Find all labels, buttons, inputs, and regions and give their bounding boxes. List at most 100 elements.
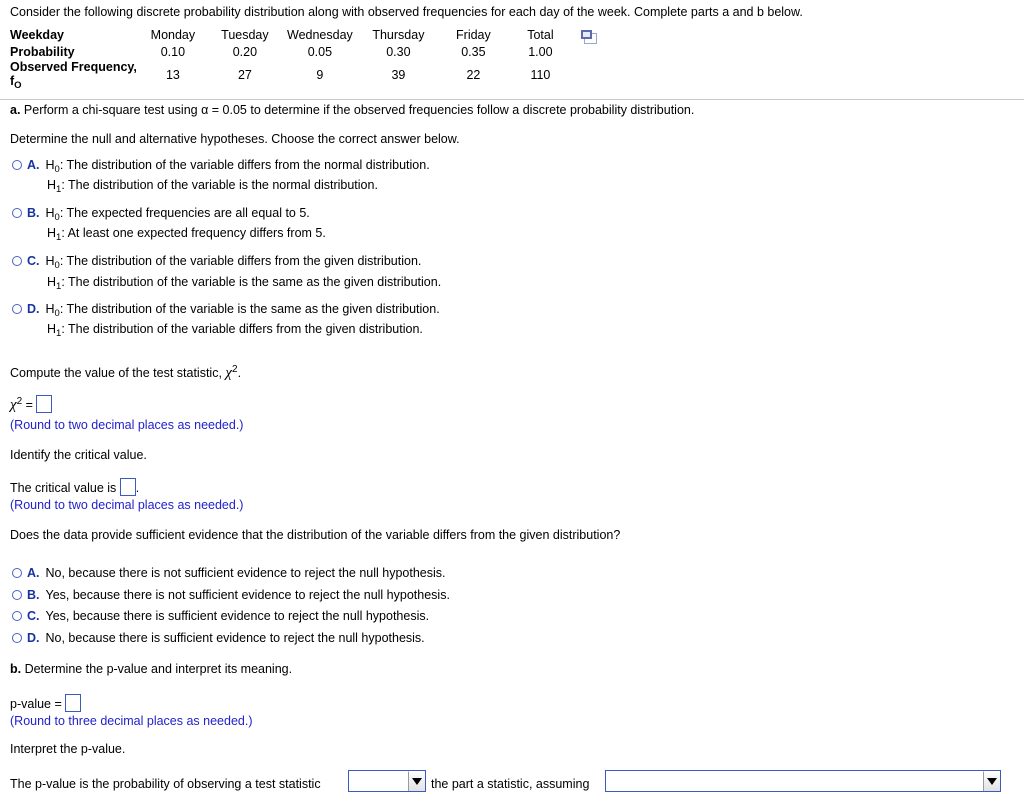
option-c-h0-subscript: 0 — [54, 260, 60, 271]
option-b-h1-line: H1: At least one expected frequency diff… — [47, 226, 326, 243]
probability-tuesday: 0.20 — [232, 44, 258, 59]
col-header-monday: Monday — [150, 28, 196, 42]
part-b-text: Determine the p-value and interpret its … — [21, 662, 293, 676]
probability-thursday: 0.30 — [386, 44, 411, 59]
popout-front-pane — [581, 30, 592, 39]
conclusion-text-a: No, because there is not sufficient evid… — [45, 566, 446, 580]
radio-option-d[interactable]: D. H0: The distribution of the variable i… — [12, 302, 440, 319]
observed-tuesday: 27 — [237, 68, 252, 82]
chi-symbol: χ — [225, 365, 232, 382]
part-b-prompt: b. Determine the p-value and interpret i… — [10, 662, 292, 676]
conclusion-option-c[interactable]: C. Yes, because there is sufficient evide… — [12, 609, 429, 623]
conclusion-question: Does the data provide sufficient evidenc… — [10, 528, 621, 542]
option-d-h0-subscript: 0 — [54, 308, 60, 319]
conclusion-option-d[interactable]: D. No, because there is sufficient eviden… — [12, 631, 425, 645]
option-d-h1-line: H1: The distribution of the variable dif… — [47, 322, 423, 339]
critical-value-input[interactable] — [119, 478, 136, 496]
interpretation-sentence-part2: the part a statistic, assuming — [431, 777, 590, 791]
option-c-h1-base: H — [47, 275, 57, 289]
row-label-observed-frequency: Observed Frequency, fO — [10, 60, 137, 91]
option-letter-b: B. — [27, 206, 40, 220]
critical-value-instruction: Identify the critical value. — [10, 448, 147, 462]
hypotheses-instruction: Determine the null and alternative hypot… — [10, 132, 460, 146]
conclusion-text-b: Yes, because there is not sufficient evi… — [45, 588, 450, 602]
conclusion-letter-c: C. — [27, 609, 40, 623]
col-header-wednesday: Wednesday — [287, 28, 353, 42]
col-header-tuesday: Tuesday — [221, 28, 269, 42]
option-a-h1-line: H1: The distribution of the variable is … — [47, 178, 378, 195]
observed-thursday: 39 — [391, 68, 406, 82]
intro-text: Consider the following discrete probabil… — [10, 5, 803, 19]
option-d-h1-base: H — [47, 322, 57, 336]
probability-total: 1.00 — [528, 44, 553, 59]
radio-circle-icon[interactable] — [12, 633, 22, 643]
option-a-h1-base: H — [47, 178, 57, 192]
observed-total: 110 — [530, 68, 551, 82]
radio-circle-icon[interactable] — [12, 208, 22, 218]
option-letter-c: C. — [27, 254, 40, 268]
part-a-text: Perform a chi-square test using α = 0.05… — [20, 103, 695, 117]
radio-circle-icon[interactable] — [12, 611, 22, 621]
radio-circle-icon[interactable] — [12, 160, 22, 170]
p-value-input[interactable] — [65, 694, 82, 712]
table-row-probability: Probability 0.10 0.20 0.05 0.30 0.35 1.0… — [10, 43, 572, 60]
test-statistic-instruction: Compute the value of the test statistic,… — [10, 364, 241, 382]
option-b-h1-base: H — [47, 226, 57, 240]
radio-circle-icon[interactable] — [12, 590, 22, 600]
probability-monday: 0.10 — [160, 44, 186, 59]
row-label-probability: Probability — [10, 44, 75, 59]
chevron-down-icon[interactable] — [983, 771, 1000, 791]
conclusion-letter-a: A. — [27, 566, 40, 580]
option-c-h1-subscript: 1 — [56, 281, 62, 292]
option-a-h1-subscript: 1 — [56, 184, 62, 195]
option-letter-a: A. — [27, 158, 40, 172]
conclusion-text-d: No, because there is sufficient evidence… — [45, 631, 425, 645]
option-b-h0-subscript: 0 — [54, 212, 60, 223]
observed-label-line1: Observed Frequency, — [10, 60, 137, 74]
p-value-rounding-note: (Round to three decimal places as needed… — [10, 714, 253, 728]
radio-circle-icon[interactable] — [12, 304, 22, 314]
critical-value-rounding-note: (Round to two decimal places as needed.) — [10, 498, 244, 512]
p-value-label: p-value = — [10, 697, 66, 711]
probability-wednesday: 0.05 — [307, 44, 333, 59]
option-letter-d: D. — [27, 302, 40, 316]
col-header-total: Total — [527, 28, 554, 42]
option-d-h0-text: : The distribution of the variable is th… — [59, 302, 440, 316]
col-header-thursday: Thursday — [372, 28, 425, 42]
test-statistic-comparison-dropdown[interactable] — [348, 770, 426, 792]
interpretation-sentence-part1: The p-value is the probability of observ… — [10, 777, 321, 791]
critical-value-sentence-post: . — [135, 481, 140, 495]
table-row-header: Weekday Monday Tuesday Wednesday Thursda… — [10, 27, 572, 43]
conclusion-letter-b: B. — [27, 588, 40, 602]
critical-value-sentence-pre: The critical value is — [10, 481, 120, 495]
section-divider — [0, 99, 1024, 100]
observed-friday: 22 — [466, 68, 481, 82]
radio-circle-icon[interactable] — [12, 256, 22, 266]
conclusion-option-b[interactable]: B. Yes, because there is not sufficient e… — [12, 588, 450, 602]
option-c-h0-base: H — [45, 254, 55, 268]
conclusion-option-a[interactable]: A. No, because there is not sufficient ev… — [12, 566, 446, 580]
col-header-friday: Friday — [456, 28, 491, 42]
observed-wednesday: 9 — [316, 68, 324, 82]
radio-option-b[interactable]: B. H0: The expected frequencies are all e… — [12, 206, 310, 223]
radio-circle-icon[interactable] — [12, 568, 22, 578]
table-row-observed-frequency: Observed Frequency, fO 13 27 9 39 22 110 — [10, 60, 572, 91]
chevron-down-icon[interactable] — [408, 771, 425, 791]
option-a-h0-subscript: 0 — [54, 164, 60, 175]
chi-square-answer-row: χ2 = — [10, 395, 53, 414]
option-d-h1-text: : The distribution of the variable diffe… — [61, 322, 423, 336]
radio-option-a[interactable]: A. H0: The distribution of the variable d… — [12, 158, 430, 175]
p-value-answer-row: p-value = — [10, 694, 82, 712]
observed-label-subscript: O — [14, 80, 22, 91]
chi-square-input[interactable] — [36, 395, 53, 413]
part-b-label: b. — [10, 662, 22, 676]
conclusion-letter-d: D. — [27, 631, 40, 645]
option-a-h0-base: H — [45, 158, 55, 172]
chi-square-rounding-note: (Round to two decimal places as needed.) — [10, 418, 244, 432]
part-a-label: a. — [10, 103, 21, 117]
exercise-page: Consider the following discrete probabil… — [0, 0, 1024, 803]
assumption-dropdown[interactable] — [605, 770, 1001, 792]
open-in-spreadsheet-icon[interactable] — [581, 30, 597, 44]
row-label-weekday: Weekday — [10, 28, 64, 42]
radio-option-c[interactable]: C. H0: The distribution of the variable d… — [12, 254, 421, 271]
